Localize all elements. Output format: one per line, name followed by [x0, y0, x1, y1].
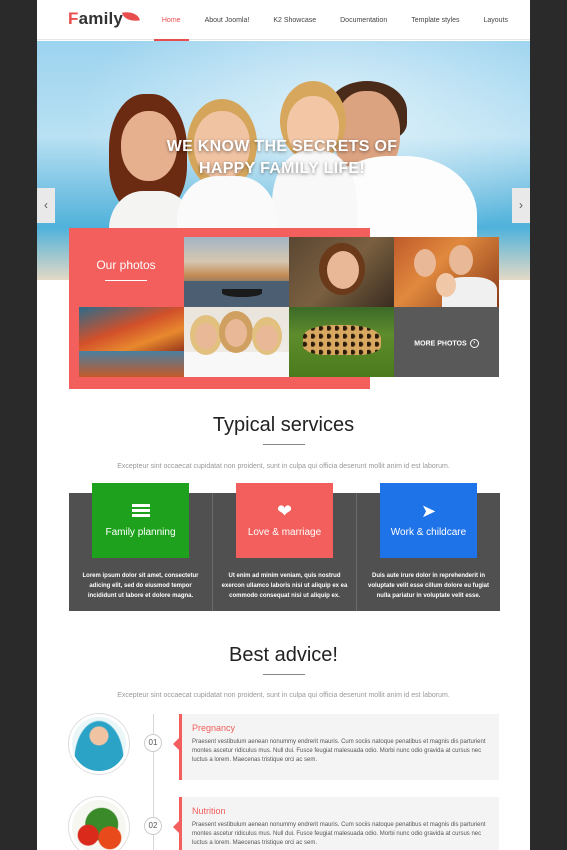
advice-number: 01 — [144, 734, 162, 752]
advice-card: Pregnancy Praesent vestibulum aenean non… — [173, 714, 499, 780]
hero-line-2: HAPPY FAMILY LIFE! — [198, 160, 366, 177]
advice-title-underline — [263, 674, 305, 675]
arrow-right-circle-icon: › — [469, 339, 479, 348]
advice-item-title[interactable]: Pregnancy — [192, 723, 489, 733]
hero-headline: WE KNOW THE SECRETS OF HAPPY FAMILY LIFE… — [107, 136, 457, 180]
main-nav: Home About Joomla! K2 Showcase Documenta… — [138, 0, 508, 41]
pregnancy-image[interactable] — [69, 714, 129, 774]
services-subtitle: Excepteur sint occaecat cupidatat non pr… — [117, 463, 450, 470]
advice-card: Nutrition Praesent vestibulum aenean non… — [173, 797, 499, 850]
advice-item-text: Praesent vestibulum aenean nonummy endre… — [192, 739, 486, 763]
advice-item-title[interactable]: Nutrition — [192, 806, 489, 816]
nav-k2-showcase[interactable]: K2 Showcase — [273, 0, 316, 40]
gallery-photo[interactable] — [184, 307, 289, 377]
gallery-photo[interactable] — [184, 237, 289, 307]
gallery-photo[interactable] — [394, 237, 499, 307]
nav-documentation[interactable]: Documentation — [340, 0, 387, 40]
list-icon — [92, 501, 189, 521]
slider-prev-button[interactable]: ‹ — [37, 188, 55, 223]
gallery-photo[interactable] — [79, 307, 184, 377]
work-childcare-button[interactable]: ➤ Work & childcare — [380, 483, 477, 558]
advice-subtitle: Excepteur sint occaecat cupidatat non pr… — [117, 692, 450, 699]
page: Family Home About Joomla! K2 Showcase Do… — [37, 0, 530, 850]
service-love-marriage: ❤ Love & marriage Ut enim ad minim venia… — [213, 483, 357, 611]
advice-item-text: Praesent vestibulum aenean nonummy endre… — [192, 822, 486, 846]
logo-first-letter: F — [68, 9, 79, 28]
service-description: Ut enim ad minim veniam, quis nostrud ex… — [221, 573, 348, 599]
site-header: Family Home About Joomla! K2 Showcase Do… — [37, 0, 530, 41]
services-title: Typical services — [212, 414, 355, 436]
gallery-label-underline — [105, 280, 147, 281]
advice-title: Best advice! — [229, 644, 338, 666]
nav-home[interactable]: Home — [154, 0, 189, 41]
slider-next-button[interactable]: › — [512, 188, 530, 223]
service-description: Lorem ipsum dolor sit amet, consectetur … — [82, 573, 199, 599]
nav-layouts[interactable]: Layouts — [483, 0, 508, 40]
rocket-icon: ➤ — [420, 501, 437, 521]
services-title-underline — [263, 444, 305, 445]
advice-item: 02 Nutrition Praesent vestibulum aenean … — [37, 797, 530, 850]
gallery-photo[interactable] — [289, 237, 394, 307]
heart-icon: ❤ — [276, 501, 293, 521]
service-description: Duis aute irure dolor in reprehenderit i… — [367, 573, 490, 599]
family-planning-button[interactable]: Family planning — [92, 483, 189, 558]
chevron-right-icon: › — [519, 198, 523, 212]
love-marriage-button[interactable]: ❤ Love & marriage — [236, 483, 333, 558]
services-panel: Family planning Lorem ipsum dolor sit am… — [69, 483, 500, 611]
nav-about-joomla[interactable]: About Joomla! — [205, 0, 250, 40]
logo-text: amily — [78, 9, 124, 28]
service-family-planning: Family planning Lorem ipsum dolor sit am… — [69, 483, 213, 611]
site-logo[interactable]: Family — [68, 9, 123, 29]
advice-number: 02 — [144, 817, 162, 835]
nav-template-styles[interactable]: Template styles — [411, 0, 459, 40]
chevron-left-icon: ‹ — [44, 198, 48, 212]
advice-item: 01 Pregnancy Praesent vestibulum aenean … — [37, 714, 530, 784]
service-work-childcare: ➤ Work & childcare Duis aute irure dolor… — [357, 483, 500, 611]
gallery-label: Our photos — [69, 228, 183, 307]
more-photos-button[interactable]: MORE PHOTOS › — [394, 307, 499, 377]
nutrition-image[interactable] — [69, 797, 129, 850]
hero-line-1: WE KNOW THE SECRETS OF — [166, 138, 398, 155]
gallery-photo[interactable] — [289, 307, 394, 377]
